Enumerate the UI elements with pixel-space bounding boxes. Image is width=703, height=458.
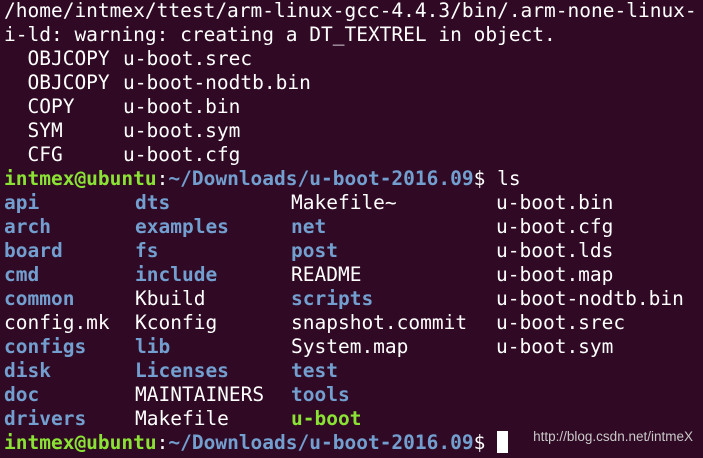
ls-file-entry: u-boot.lds (496, 239, 614, 262)
prompt-user-host: intmex@ubuntu (4, 167, 157, 190)
watermark-text: http://blog.csdn.net/intmeX (533, 429, 693, 444)
ls-directory-entry: tools (291, 383, 350, 406)
ls-file-entry: u-boot.map (496, 263, 614, 286)
build-step-command: OBJCOPY (4, 47, 110, 70)
build-step-command: COPY (4, 95, 75, 118)
text-cursor[interactable] (497, 431, 509, 453)
ls-directory-entry: common (4, 287, 75, 310)
prompt-separator: : (156, 431, 169, 454)
ls-file-entry: config.mk (4, 311, 110, 334)
build-output-line: /home/intmex/ttest/arm-linux-gcc-4.4.3/b… (4, 0, 697, 22)
ls-file-entry: Kconfig (135, 311, 218, 334)
build-output-line: i-ld: warning: creating a DT_TEXTREL in … (4, 23, 556, 46)
ls-file-entry: u-boot.bin (496, 191, 614, 214)
ls-file-entry: u-boot.cfg (496, 215, 614, 238)
ls-directory-entry: board (4, 239, 63, 262)
ls-directory-entry: net (291, 215, 327, 238)
ls-directory-entry: include (135, 263, 218, 286)
ls-file-entry: u-boot.sym (496, 335, 614, 358)
build-step-target: u-boot.sym (123, 119, 241, 142)
ls-file-entry: Kbuild (135, 287, 206, 310)
ls-directory-entry: doc (4, 383, 40, 406)
ls-executable-entry: u-boot (291, 407, 362, 430)
ls-directory-entry: scripts (291, 287, 374, 310)
build-step-target: u-boot.srec (123, 47, 253, 70)
shell-prompt-line: intmex@ubuntu:~/Downloads/u-boot-2016.09… (4, 167, 521, 191)
ls-directory-entry: drivers (4, 407, 87, 430)
build-step-target: u-boot-nodtb.bin (123, 71, 311, 94)
ls-directory-entry: fs (135, 239, 159, 262)
ls-directory-entry: examples (135, 215, 229, 238)
ls-directory-entry: dts (135, 191, 171, 214)
prompt-symbol: $ (473, 167, 498, 190)
ls-file-entry: System.map (291, 335, 409, 358)
ls-directory-entry: post (291, 239, 338, 262)
ls-file-entry: Makefile (135, 407, 229, 430)
ls-file-entry: u-boot.srec (496, 311, 626, 334)
build-step-target: u-boot.bin (123, 95, 241, 118)
ls-directory-entry: api (4, 191, 40, 214)
ls-directory-entry: cmd (4, 263, 40, 286)
terminal-window[interactable]: /home/intmex/ttest/arm-linux-gcc-4.4.3/b… (0, 0, 703, 458)
build-step-target: u-boot.cfg (123, 143, 241, 166)
ls-directory-entry: test (291, 359, 338, 382)
ls-directory-entry: lib (135, 335, 171, 358)
ls-directory-entry: disk (4, 359, 51, 382)
prompt-path: ~/Downloads/u-boot-2016.09 (168, 431, 474, 454)
build-step-command: SYM (4, 119, 63, 142)
prompt-command: ls (497, 167, 521, 190)
ls-directory-entry: Licenses (135, 359, 229, 382)
ls-file-entry: u-boot-nodtb.bin (496, 287, 684, 310)
ls-file-entry: README (291, 263, 362, 286)
prompt-symbol: $ (473, 431, 498, 454)
shell-prompt-line[interactable]: intmex@ubuntu:~/Downloads/u-boot-2016.09… (4, 431, 509, 455)
ls-directory-entry: arch (4, 215, 51, 238)
build-step-command: CFG (4, 143, 63, 166)
prompt-user-host: intmex@ubuntu (4, 431, 157, 454)
prompt-separator: : (156, 167, 169, 190)
ls-file-entry: snapshot.commit (291, 311, 468, 334)
ls-file-entry: MAINTAINERS (135, 383, 265, 406)
build-step-command: OBJCOPY (4, 71, 110, 94)
ls-file-entry: Makefile~ (291, 191, 397, 214)
ls-directory-entry: configs (4, 335, 87, 358)
prompt-path: ~/Downloads/u-boot-2016.09 (168, 167, 474, 190)
